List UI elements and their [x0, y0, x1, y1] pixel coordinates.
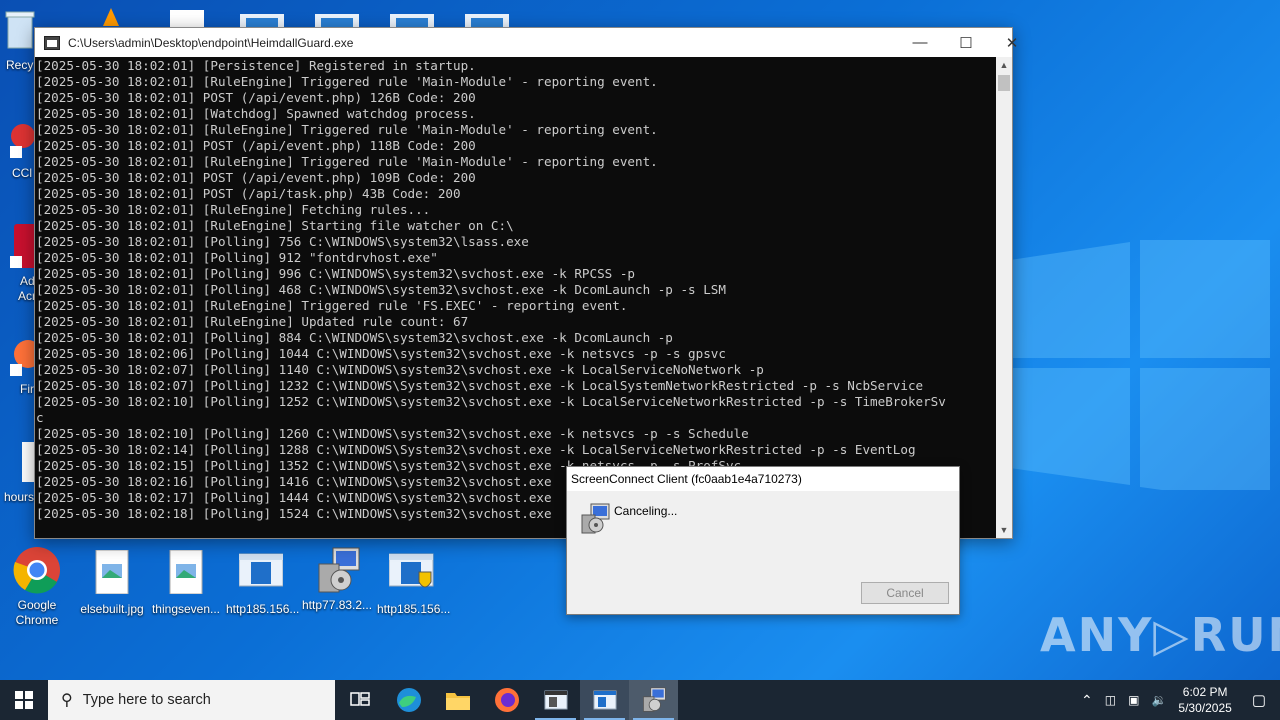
taskbar-search-box[interactable]: ⚲ Type here to search: [48, 680, 335, 720]
console-window[interactable]: C:\Users\admin\Desktop\endpoint\Heimdall…: [34, 27, 1018, 539]
console-icon: [593, 690, 616, 710]
search-icon: ⚲: [61, 692, 73, 709]
firefox-icon: [494, 688, 519, 712]
chrome-icon: [13, 547, 60, 594]
image-file-icon: [169, 549, 203, 595]
console-titlebar[interactable]: C:\Users\admin\Desktop\endpoint\Heimdall…: [35, 28, 1018, 57]
notification-icon[interactable]: ▢: [1252, 691, 1266, 709]
desktop-icon-http185-1[interactable]: http185.156...: [226, 550, 300, 617]
taskbar-firefox[interactable]: [482, 680, 531, 720]
image-file-icon: [95, 549, 129, 595]
desktop-icon-label: elsebuilt.jpg: [80, 602, 144, 616]
network-icon[interactable]: ▣: [1128, 693, 1139, 707]
clock-date: 5/30/2025: [1178, 701, 1232, 715]
installer-icon: [581, 503, 610, 534]
console-title: C:\Users\admin\Desktop\endpoint\Heimdall…: [68, 35, 354, 50]
desktop-icon-label: http185.156...: [226, 602, 300, 616]
dialog-message: Canceling...: [614, 504, 678, 518]
window-app-icon: [544, 690, 567, 710]
task-view-icon: [349, 692, 370, 706]
maximize-button[interactable]: ☐: [943, 28, 989, 57]
task-view-button[interactable]: [335, 680, 384, 720]
shield-file-icon: [388, 553, 434, 588]
file-icon: [22, 442, 38, 482]
window-file-icon: [238, 553, 284, 587]
taskbar-screenconnect[interactable]: [629, 680, 678, 720]
search-placeholder: Type here to search: [82, 692, 211, 708]
taskbar-clock[interactable]: 6:02 PM 5/30/2025: [1178, 684, 1231, 716]
chevron-up-icon[interactable]: ⌃: [1081, 692, 1093, 709]
desktop-icon-label: http185.156...: [377, 602, 451, 616]
minimize-button[interactable]: —: [897, 28, 943, 57]
desktop-icon-label: Google Chrome: [15, 598, 59, 627]
anyrun-watermark: ANY▷RUN: [1040, 608, 1280, 662]
dialog-title: ScreenConnect Client (fc0aab1e4a710273): [567, 467, 959, 491]
windows-logo: [1010, 240, 1270, 490]
desktop-icon-elsebuilt[interactable]: elsebuilt.jpg: [77, 549, 147, 617]
installer-icon: [642, 687, 666, 712]
console-scrollbar[interactable]: ▲ ▼: [996, 57, 1012, 538]
taskbar: ⚲ Type here to search ⌃ ◫ ▣ 🔉 6:02 PM 5/…: [0, 680, 1280, 720]
desktop-icon-http185-2[interactable]: http185.156...: [377, 550, 451, 617]
desktop-icon-thingseven[interactable]: thingseven...: [151, 549, 221, 617]
taskbar-edge[interactable]: [384, 680, 433, 720]
console-log-lines: [2025-05-30 18:02:01] [Persistence] Regi…: [36, 58, 946, 521]
desktop-icon-label: thingseven...: [151, 602, 221, 616]
cancel-button[interactable]: Cancel: [861, 582, 949, 604]
installer-icon: [318, 547, 360, 593]
recycle-bin-icon: [5, 11, 35, 49]
scroll-thumb[interactable]: [998, 75, 1010, 91]
desktop-icon-google-chrome[interactable]: Google Chrome: [2, 546, 72, 628]
taskbar-console[interactable]: [580, 680, 629, 720]
taskbar-app-window[interactable]: [531, 680, 580, 720]
taskbar-file-explorer[interactable]: [433, 680, 482, 720]
screenconnect-dialog[interactable]: ScreenConnect Client (fc0aab1e4a710273) …: [566, 466, 960, 615]
network-device-icon[interactable]: ◫: [1105, 693, 1116, 707]
windows-start-icon: [15, 691, 33, 709]
desktop-icon-label: http77.83.2...: [302, 598, 373, 612]
vlc-icon: [103, 8, 119, 26]
volume-icon[interactable]: 🔉: [1151, 693, 1166, 707]
console-app-icon: [44, 35, 60, 50]
system-tray: ⌃ ◫ ▣ 🔉 6:02 PM 5/30/2025 ▢: [1075, 680, 1280, 720]
clock-time: 6:02 PM: [1182, 685, 1228, 699]
scroll-up-icon[interactable]: ▲: [996, 57, 1012, 73]
desktop-icon-http77[interactable]: http77.83.2...: [302, 546, 372, 613]
scroll-down-icon[interactable]: ▼: [996, 522, 1012, 538]
edge-icon: [396, 688, 421, 712]
close-button[interactable]: ✕: [989, 28, 1035, 57]
folder-icon: [445, 693, 470, 710]
start-button[interactable]: [0, 680, 48, 720]
